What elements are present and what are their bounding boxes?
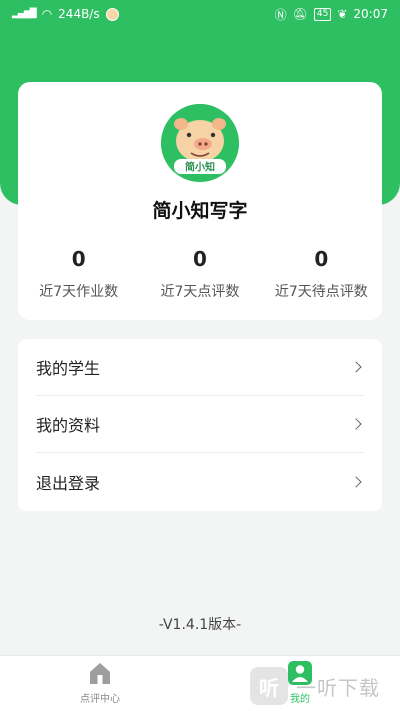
watermark-text: 一听下载 — [296, 675, 380, 700]
status-bar: ▂▄▆█ ◠ 244B/s Ⓝ 🔕︎ 45 ❦ 20:07 — [0, 0, 400, 28]
home-icon — [90, 663, 110, 684]
network-speed: 244B/s — [58, 7, 100, 21]
nfc-icon: Ⓝ — [274, 7, 287, 22]
avatar[interactable]: 简小知 — [161, 104, 239, 182]
wifi-icon: ◠ — [41, 7, 53, 21]
watermark-logo-icon: 听 — [250, 667, 288, 705]
menu-item-label: 我的学生 — [36, 359, 101, 378]
stat-pending-review-count: 0 近7天待点评数 — [266, 247, 376, 301]
watermark: 听 一听下载 — [250, 664, 400, 708]
mute-icon: 🔕︎ — [292, 7, 308, 21]
menu-item-logout[interactable]: 退出登录 — [36, 453, 364, 510]
profile-name: 简小知写字 — [152, 200, 248, 222]
menu-card: 我的学生 我的资料 退出登录 — [18, 339, 382, 511]
leaf-icon: ❦ — [337, 7, 348, 21]
stat-value: 0 — [314, 247, 329, 271]
stat-review-count: 0 近7天点评数 — [145, 247, 255, 301]
menu-item-my-students[interactable]: 我的学生 — [36, 339, 364, 396]
stat-label: 近7天点评数 — [160, 284, 240, 300]
version-text: -V1.4.1版本- — [158, 617, 242, 633]
app-notification-icon — [105, 7, 119, 21]
menu-item-my-profile[interactable]: 我的资料 — [36, 396, 364, 453]
pig-mascot-icon: 简小知 — [161, 104, 239, 182]
battery-indicator: 45 — [313, 7, 332, 21]
profile-card: 简小知 简小知写字 0 近7天作业数 0 近7天点评数 0 近7天待点评数 — [18, 82, 382, 320]
avatar-text: 简小知 — [185, 161, 215, 174]
stat-value: 0 — [71, 247, 86, 271]
chevron-right-icon — [350, 418, 362, 430]
clock: 20:07 — [353, 7, 388, 21]
stat-label: 近7天作业数 — [39, 284, 119, 300]
cellular-signal-icon: ▂▄▆█ — [12, 9, 37, 19]
stat-homework-count: 0 近7天作业数 — [24, 247, 134, 301]
menu-item-label: 我的资料 — [36, 416, 101, 435]
stat-value: 0 — [193, 247, 207, 271]
chevron-right-icon — [350, 361, 362, 373]
tab-label: 点评中心 — [80, 694, 120, 705]
tab-review-center[interactable]: 点评中心 — [0, 656, 200, 711]
stat-label: 近7天待点评数 — [274, 284, 368, 300]
chevron-right-icon — [350, 475, 362, 488]
stats-row: 0 近7天作业数 0 近7天点评数 0 近7天待点评数 — [18, 247, 382, 301]
menu-item-label: 退出登录 — [36, 473, 101, 493]
